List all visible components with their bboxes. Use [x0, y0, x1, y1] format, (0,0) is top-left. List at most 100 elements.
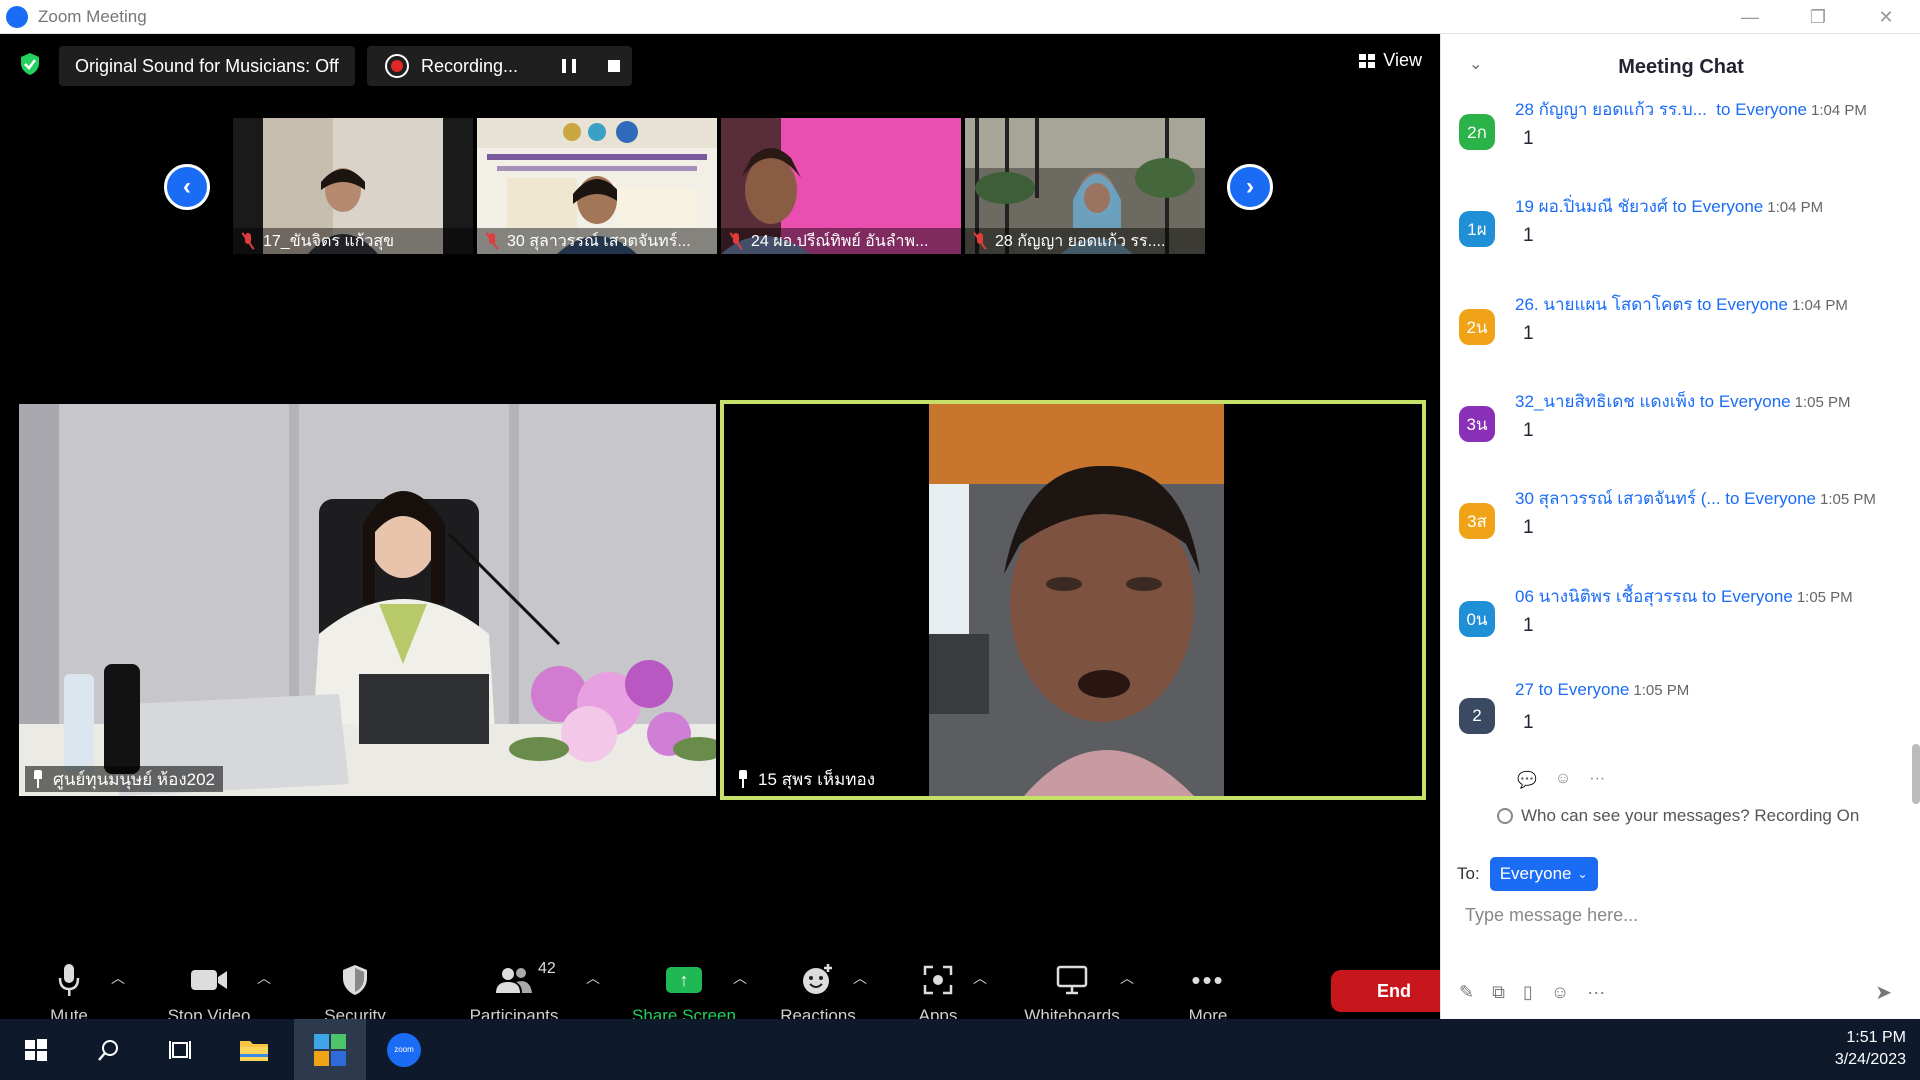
message-meta: 28 กัญญา ยอดแก้ว รร.บ... to Everyone 1:04…: [1515, 100, 1867, 119]
video-options-caret[interactable]: ︿: [257, 968, 271, 988]
apps-button[interactable]: Apps: [914, 962, 962, 1026]
input-toolbar: ✎ ⧉ ▯ ☺ ···: [1459, 982, 1605, 1003]
reactions-button[interactable]: Reactions: [778, 962, 858, 1026]
participants-options-caret[interactable]: ︿: [586, 968, 600, 988]
chevron-down-icon: ⌄: [1577, 867, 1588, 881]
zoom-app-icon: zoom: [387, 1032, 421, 1067]
chat-panel: ⌄ Meeting Chat 2ก 28 กัญญา ยอดแก้ว รร.บ.…: [1440, 34, 1920, 1019]
more-actions-icon[interactable]: ···: [1589, 770, 1605, 790]
visibility-notice[interactable]: Who can see your messages? Recording On: [1497, 806, 1859, 826]
apps-icon: [923, 962, 953, 998]
task-view-icon: [169, 1040, 191, 1059]
whiteboard-options-caret[interactable]: ︿: [1120, 968, 1134, 988]
search-button[interactable]: [72, 1019, 144, 1080]
file-explorer-button[interactable]: [218, 1019, 290, 1080]
screenshot-icon[interactable]: ⧉: [1492, 982, 1505, 1003]
message-body: 1: [1523, 225, 1534, 246]
windows-taskbar: zoom 1:51 PM 3/24/2023: [0, 1019, 1920, 1080]
close-icon[interactable]: ✕: [1852, 0, 1920, 34]
message-input[interactable]: [1465, 900, 1895, 930]
filmstrip-prev-button[interactable]: ‹: [164, 164, 210, 210]
zoom-taskbar-button[interactable]: zoom: [368, 1019, 440, 1080]
system-clock[interactable]: 1:51 PM 3/24/2023: [1835, 1027, 1906, 1071]
participant-name: 17_ขันจิตร แก้วสุข: [233, 228, 473, 254]
to-label: To:: [1457, 864, 1480, 883]
more-button[interactable]: ••• More: [1186, 962, 1230, 1026]
format-text-icon[interactable]: ✎: [1459, 982, 1474, 1003]
reply-icon[interactable]: 💬: [1517, 770, 1537, 790]
avatar: 1ผ: [1459, 211, 1495, 247]
pause-recording-icon[interactable]: [562, 59, 576, 73]
video-camera-icon: [190, 962, 228, 998]
audio-options-caret[interactable]: ︿: [111, 968, 125, 988]
participant-name: 28 กัญญา ยอดแก้ว รร....: [965, 228, 1205, 254]
mic-muted-icon: [241, 232, 255, 250]
chat-header: ⌄ Meeting Chat: [1441, 34, 1920, 98]
message-body: 1: [1523, 420, 1534, 441]
participant-video: [19, 404, 716, 796]
start-button[interactable]: [0, 1019, 72, 1080]
mute-button[interactable]: Mute: [44, 962, 94, 1026]
chat-scrollbar[interactable]: [1912, 744, 1920, 804]
shield-check-icon[interactable]: [18, 52, 42, 76]
message-meta: 26. นายแผน โสดาโคตร to Everyone 1:04 PM: [1515, 295, 1848, 314]
security-button[interactable]: Security: [322, 962, 388, 1026]
restore-icon[interactable]: ❐: [1784, 0, 1852, 34]
minimize-icon[interactable]: —: [1716, 0, 1784, 34]
stop-recording-icon[interactable]: [608, 60, 620, 72]
recipient-dropdown[interactable]: Everyone ⌄: [1489, 857, 1598, 891]
smiley-plus-icon: [801, 962, 835, 998]
share-options-caret[interactable]: ︿: [733, 968, 747, 988]
clock-date: 3/24/2023: [1834, 1051, 1906, 1068]
stop-video-button[interactable]: Stop Video: [162, 962, 256, 1026]
original-sound-toggle[interactable]: Original Sound for Musicians: Off: [59, 46, 355, 86]
windows-icon: [25, 1038, 47, 1061]
participant-video: [724, 404, 1422, 796]
more-options-icon[interactable]: ···: [1587, 982, 1605, 1003]
emoji-icon[interactable]: ☺: [1551, 982, 1569, 1003]
whiteboards-button[interactable]: Whiteboards: [1019, 962, 1125, 1026]
filmstrip-next-button[interactable]: ›: [1227, 164, 1273, 210]
shield-icon: [341, 962, 369, 998]
clock-time: 1:51 PM: [1846, 1029, 1906, 1046]
recording-icon: [385, 54, 409, 78]
app-taskbar-button[interactable]: [294, 1019, 366, 1080]
file-icon[interactable]: ▯: [1523, 982, 1533, 1003]
title-bar: Zoom Meeting — ❐ ✕: [0, 0, 1920, 34]
recording-label: Recording...: [421, 55, 519, 76]
message-meta: 06 นางนิติพร เชื้อสุวรรณ to Everyone 1:05…: [1515, 587, 1853, 606]
participant-thumbnail[interactable]: 30 สุลาวรรณ์ เสวตจันทร์...: [477, 118, 717, 254]
original-sound-label: Original Sound for Musicians: Off: [75, 55, 339, 76]
mic-muted-icon: [973, 232, 987, 250]
participant-thumbnail[interactable]: 17_ขันจิตร แก้วสุข: [233, 118, 473, 254]
send-icon[interactable]: ➤: [1875, 980, 1892, 1005]
end-meeting-button[interactable]: End: [1331, 970, 1457, 1012]
main-video-tile[interactable]: ศูนย์ทุนมนุษย์ ห้อง202: [19, 404, 716, 796]
window-title: Zoom Meeting: [38, 6, 147, 26]
mic-muted-icon: [729, 232, 743, 250]
share-screen-icon: ↑: [666, 967, 702, 993]
avatar: 0น: [1459, 601, 1495, 637]
search-icon: [98, 1039, 118, 1061]
participants-button[interactable]: 42 Participants: [466, 960, 562, 1026]
participant-count: 42: [538, 960, 556, 977]
meeting-topbar: Original Sound for Musicians: Off Record…: [0, 34, 1440, 94]
participant-thumbnail[interactable]: 24 ผอ.ปรีณ์ทิพย์ อันลำพ...: [721, 118, 961, 254]
recipient-row: To: Everyone ⌄: [1457, 857, 1598, 891]
message-meta: 30 สุลาวรรณ์ เสวตจันทร์ (... to Everyone…: [1515, 489, 1876, 508]
apps-options-caret[interactable]: ︿: [973, 968, 987, 988]
message-body: 1: [1523, 323, 1534, 344]
whiteboard-icon: [1056, 962, 1088, 998]
person-icon: [1497, 808, 1513, 824]
participant-thumbnail[interactable]: 28 กัญญา ยอดแก้ว รร....: [965, 118, 1205, 254]
share-screen-button[interactable]: ↑ Share Screen: [630, 962, 738, 1026]
zoom-logo-icon: [6, 5, 28, 28]
reactions-options-caret[interactable]: ︿: [853, 968, 867, 988]
message-meta: 27 to Everyone 1:05 PM: [1515, 680, 1690, 699]
add-reaction-icon[interactable]: ☺: [1555, 770, 1571, 790]
active-speaker-tile[interactable]: 15 สุพร เห็มทอง: [720, 400, 1426, 800]
task-view-button[interactable]: [144, 1019, 216, 1080]
view-button[interactable]: View: [1359, 50, 1422, 71]
message-meta: 19 ผอ.ปิ่นมณี ชัยวงศ์ to Everyone 1:04 PM: [1515, 197, 1824, 216]
participants-icon: 42: [494, 960, 556, 998]
